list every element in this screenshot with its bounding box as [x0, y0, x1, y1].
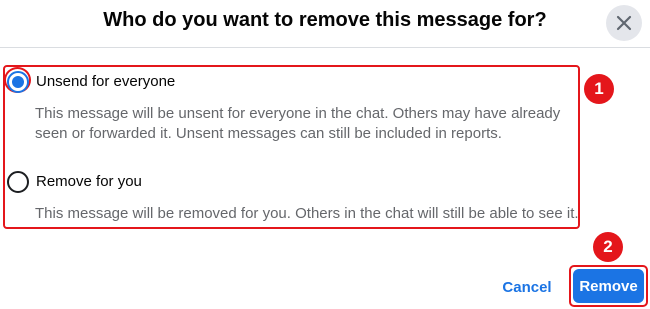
remove-message-dialog: Who do you want to remove this message f…: [0, 0, 650, 309]
step-badge-2: 2: [593, 232, 623, 262]
option-label-remove: Remove for you: [36, 173, 142, 190]
option-label-unsend: Unsend for everyone: [36, 73, 176, 90]
step-badge-1: 1: [584, 74, 614, 104]
dialog-title: Who do you want to remove this message f…: [103, 9, 547, 31]
close-icon: [616, 15, 632, 31]
cancel-button[interactable]: Cancel: [496, 274, 558, 300]
dialog-header: Who do you want to remove this message f…: [0, 0, 650, 48]
radio-unsend-for-everyone[interactable]: [7, 71, 29, 93]
remove-button[interactable]: Remove: [573, 269, 644, 303]
option-description-remove: This message will be removed for you. Ot…: [35, 205, 579, 222]
option-description-unsend: This message will be unsent for everyone…: [35, 105, 561, 142]
radio-remove-for-you[interactable]: [7, 171, 29, 193]
close-button[interactable]: [606, 5, 642, 41]
